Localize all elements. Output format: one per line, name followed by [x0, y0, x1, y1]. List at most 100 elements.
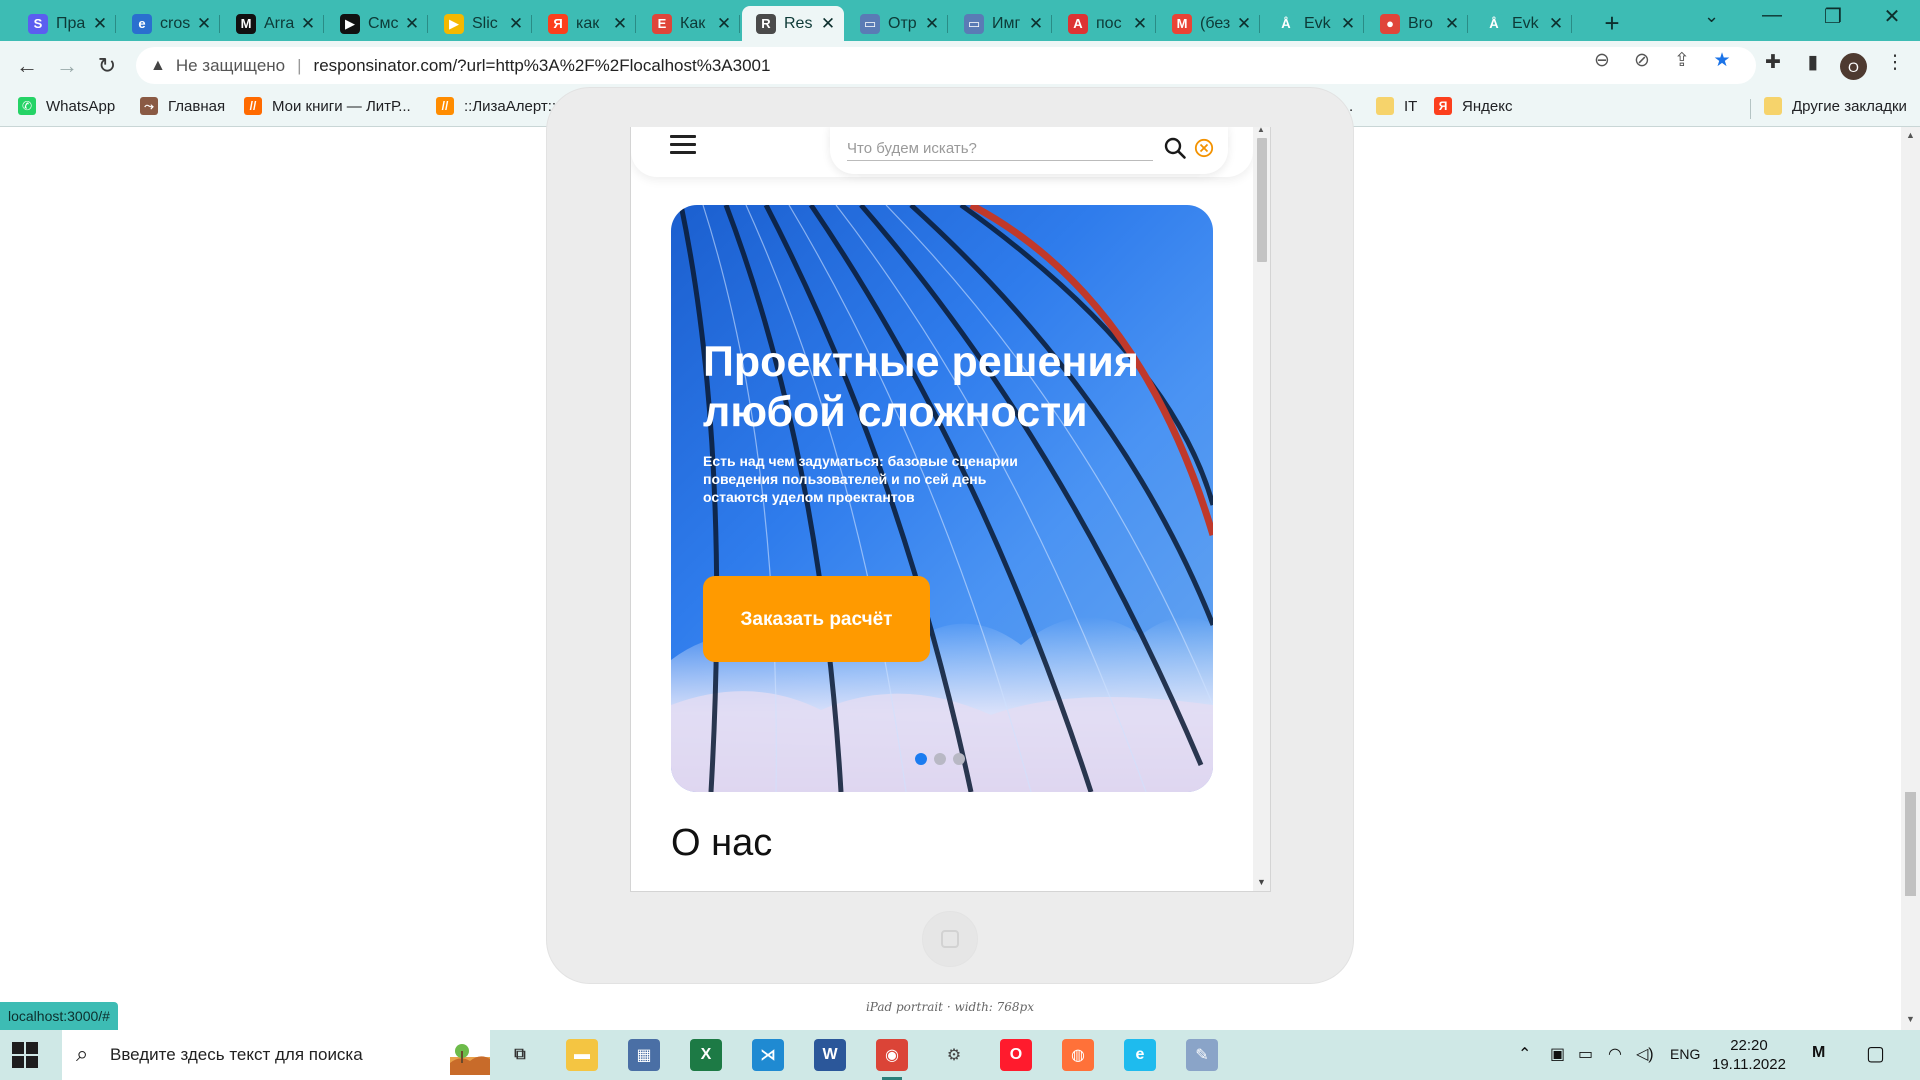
restore-window-button[interactable]: ❐ — [1813, 4, 1853, 29]
word-icon[interactable]: W — [814, 1039, 846, 1071]
browser-tab[interactable]: ● Bro ✕ — [1366, 6, 1468, 41]
bookmark-item[interactable]: IT — [1376, 97, 1417, 115]
battery-icon[interactable]: ▭ — [1578, 1044, 1593, 1064]
menu-kebab-icon[interactable]: ⋮ — [1882, 51, 1908, 74]
windows-start-icon[interactable] — [12, 1042, 38, 1068]
side-panel-icon[interactable]: ▮ — [1800, 51, 1826, 74]
zoom-icon[interactable]: ⊖ — [1589, 49, 1615, 72]
browser-tab[interactable]: M Arra ✕ — [222, 6, 324, 41]
browser-tab[interactable]: Å Evk ✕ — [1262, 6, 1364, 41]
url-text[interactable]: responsinator.com/?url=http%3A%2F%2Floca… — [314, 56, 771, 76]
close-tab-icon[interactable]: ✕ — [1340, 14, 1356, 34]
app-tray-m-icon[interactable]: M — [1812, 1044, 1825, 1062]
security-label[interactable]: Не защищено — [176, 56, 285, 76]
bookmark-item[interactable]: Я Яндекс — [1434, 97, 1512, 115]
slider-dot[interactable] — [934, 753, 946, 765]
page-scroll-up-icon[interactable]: ▲ — [1906, 130, 1915, 140]
close-tab-icon[interactable]: ✕ — [404, 14, 420, 34]
close-tab-icon[interactable]: ✕ — [924, 14, 940, 34]
browser-tab[interactable]: Aпос ✕ — [1054, 6, 1156, 41]
task-view-icon[interactable]: ⧉ — [504, 1039, 536, 1071]
browser-tab[interactable]: Å Evk ✕ — [1470, 6, 1572, 41]
notifications-icon[interactable]: ▢ — [1866, 1041, 1885, 1066]
file-explorer-icon[interactable]: ▬ — [566, 1039, 598, 1071]
paint-icon[interactable]: ✎ — [1186, 1039, 1218, 1071]
order-calculation-button[interactable]: Заказать расчёт — [703, 576, 930, 662]
system-clock[interactable]: 22:20 19.11.2022 — [1712, 1036, 1786, 1074]
browser-tab[interactable]: M (без ✕ — [1158, 6, 1260, 41]
address-bar[interactable]: ▲ Не защищено | responsinator.com/?url=h… — [136, 47, 1756, 84]
close-window-button[interactable]: ✕ — [1872, 4, 1912, 29]
forward-arrow-icon[interactable]: → — [50, 49, 84, 83]
bookmark-item[interactable]: ✆ WhatsApp — [18, 97, 115, 115]
close-tab-icon[interactable]: ✕ — [300, 14, 316, 34]
firefox-icon[interactable]: ◍ — [1062, 1039, 1094, 1071]
responsive-preview-iframe: Проектные решения любой сложности Есть н… — [630, 127, 1271, 892]
close-tab-icon[interactable]: ✕ — [1028, 14, 1044, 34]
bookmark-item[interactable]: // Мои книги — ЛитР... — [244, 97, 411, 115]
close-tab-icon[interactable]: ✕ — [612, 14, 628, 34]
input-language-indicator[interactable]: ENG — [1670, 1046, 1700, 1062]
close-tab-icon[interactable]: ✕ — [1236, 14, 1252, 34]
iframe-scrollbar[interactable]: ▲ ▼ — [1253, 127, 1270, 891]
site-search-input[interactable] — [847, 137, 1153, 161]
close-tab-icon[interactable]: ✕ — [1132, 14, 1148, 34]
meet-now-icon[interactable]: ▣ — [1550, 1044, 1565, 1064]
tracking-blocked-eye-icon[interactable]: ⊘ — [1629, 49, 1655, 72]
search-icon[interactable] — [1163, 136, 1187, 160]
back-arrow-icon[interactable]: ← — [10, 49, 44, 83]
slider-dot[interactable] — [915, 753, 927, 765]
wifi-icon[interactable]: ◠ — [1608, 1044, 1622, 1064]
browser-tab[interactable]: Якак ✕ — [534, 6, 636, 41]
settings-icon[interactable]: ⚙ — [938, 1039, 970, 1071]
bookmark-star-icon[interactable]: ★ — [1709, 49, 1735, 72]
opera-icon[interactable]: O — [1000, 1039, 1032, 1071]
tab-search-chevron-icon[interactable]: ⌄ — [1704, 6, 1719, 27]
extensions-puzzle-icon[interactable]: ✚ — [1760, 51, 1786, 74]
iframe-scrollbar-thumb[interactable] — [1257, 138, 1267, 262]
browser-tab[interactable]: e cros ✕ — [118, 6, 220, 41]
excel-icon[interactable]: X — [690, 1039, 722, 1071]
browser-tab[interactable]: ▭ Отр ✕ — [846, 6, 948, 41]
browser-tab[interactable]: R Res ✕ — [742, 6, 844, 41]
close-tab-icon[interactable]: ✕ — [92, 14, 108, 34]
page-scrollbar-thumb[interactable] — [1905, 792, 1916, 896]
internet-explorer-icon[interactable]: e — [1124, 1039, 1156, 1071]
close-tab-icon[interactable]: ✕ — [1444, 14, 1460, 34]
reload-icon[interactable]: ↻ — [90, 49, 124, 83]
close-tab-icon[interactable]: ✕ — [716, 14, 732, 34]
browser-tab[interactable]: E Как ✕ — [638, 6, 740, 41]
scroll-up-arrow-icon[interactable]: ▲ — [1257, 127, 1265, 134]
browser-tab[interactable]: S Пра ✕ — [14, 6, 116, 41]
chrome-icon[interactable]: ◉ — [876, 1039, 908, 1080]
search-highlight-illustration-icon[interactable] — [450, 1037, 490, 1075]
profile-avatar[interactable]: O — [1840, 53, 1867, 80]
taskbar-search-box[interactable]: ⌕ Введите здесь текст для поиска — [62, 1030, 490, 1080]
not-secure-warning-icon[interactable]: ▲ — [150, 57, 166, 75]
browser-tab[interactable]: ▶ Смс ✕ — [326, 6, 428, 41]
vscode-icon[interactable]: ⋊ — [752, 1039, 784, 1071]
browser-tab[interactable]: ▶ Slic ✕ — [430, 6, 532, 41]
scroll-down-arrow-icon[interactable]: ▼ — [1257, 877, 1266, 887]
page-scrollbar[interactable]: ▲ ▼ — [1901, 127, 1920, 1030]
other-bookmarks-folder[interactable]: Другие закладки — [1764, 97, 1907, 115]
close-tab-icon[interactable]: ✕ — [508, 14, 524, 34]
tab-title: Evk — [1304, 14, 1331, 32]
calculator-icon[interactable]: ▦ — [628, 1039, 660, 1071]
new-tab-button[interactable]: + — [1598, 8, 1626, 39]
minimize-window-button[interactable]: — — [1752, 4, 1792, 27]
share-icon[interactable]: ⇪ — [1669, 49, 1695, 72]
volume-icon[interactable]: ◁) — [1636, 1044, 1654, 1064]
hamburger-menu-icon[interactable] — [670, 135, 696, 155]
page-scroll-down-icon[interactable]: ▼ — [1906, 1014, 1915, 1024]
bookmark-item[interactable]: ⤳ Главная — [140, 97, 225, 115]
show-hidden-icons-chevron-icon[interactable]: ⌃ — [1518, 1044, 1531, 1064]
slider-dot[interactable] — [953, 753, 965, 765]
close-tab-icon[interactable]: ✕ — [820, 14, 836, 34]
bookmark-label: IT — [1404, 97, 1418, 115]
litres-icon: // — [244, 97, 262, 115]
browser-tab[interactable]: ▭ Имг ✕ — [950, 6, 1052, 41]
close-tab-icon[interactable]: ✕ — [1548, 14, 1564, 34]
close-circle-icon[interactable] — [1194, 138, 1214, 158]
close-tab-icon[interactable]: ✕ — [196, 14, 212, 34]
